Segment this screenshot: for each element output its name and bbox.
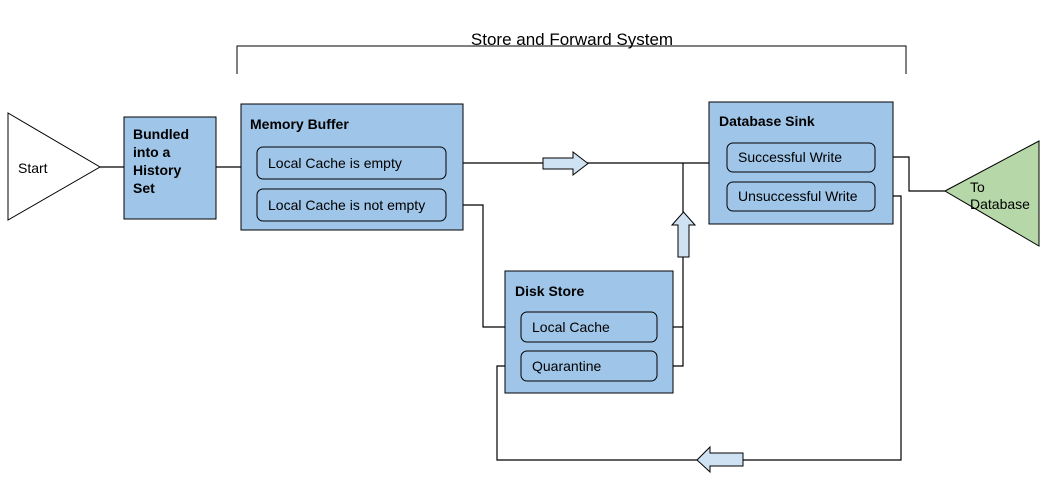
system-bracket [236,45,907,74]
database-terminator [943,140,1040,247]
memory-buffer-title: Memory Buffer [250,116,349,132]
database-sink-group: Database Sink Successful Write Unsuccess… [708,101,894,225]
disk-item-local-cache-label: Local Cache [532,319,610,335]
database-sink-title: Database Sink [719,113,815,129]
start-label: Start [18,160,48,176]
arrow-left-icon [696,445,744,474]
disk-store-group: Disk Store Local Cache Quarantine [504,270,674,394]
sink-item-unsuccessful-label: Unsuccessful Write [738,188,858,204]
memory-item-empty-label: Local Cache is empty [268,155,402,171]
disk-store-title: Disk Store [515,283,584,299]
diagram-canvas: Store and Forward System Start Bundled i… [7,30,1040,474]
arrow-right-icon [542,150,589,177]
memory-item-not-empty-label: Local Cache is not empty [268,197,425,213]
disk-item-quarantine-label: Quarantine [532,358,601,374]
sink-item-successful-label: Successful Write [738,149,842,165]
arrow-up-icon [670,211,697,258]
memory-buffer-group: Memory Buffer Local Cache is empty Local… [240,103,464,231]
